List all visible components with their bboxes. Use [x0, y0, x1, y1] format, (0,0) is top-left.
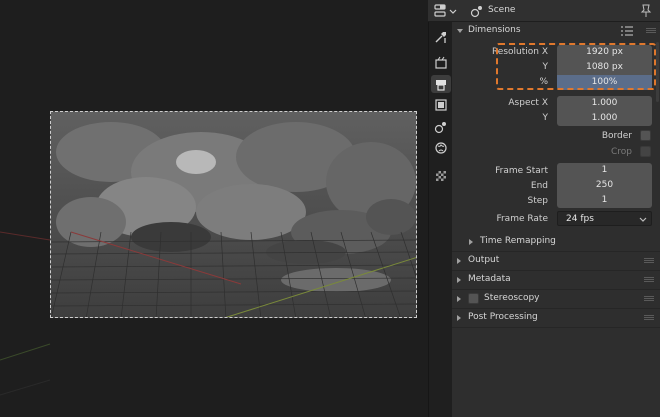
- time-remapping-label: Time Remapping: [480, 236, 556, 246]
- panel-scrollbar[interactable]: [656, 42, 659, 102]
- scene-props-icon: [434, 122, 446, 134]
- resolution-x-label: Resolution X: [491, 47, 548, 57]
- border-checkbox[interactable]: [640, 130, 651, 141]
- resolution-percent-field[interactable]: 100%: [557, 75, 652, 90]
- metadata-title: Metadata: [468, 274, 511, 284]
- image-icon: [435, 99, 447, 111]
- collapse-arrow-icon: [457, 29, 463, 33]
- stereoscopy-title: Stereoscopy: [484, 293, 540, 303]
- frame-step-label: Step: [527, 196, 549, 206]
- resolution-percent-label: %: [539, 77, 548, 87]
- metadata-panel-header[interactable]: Metadata: [452, 271, 660, 289]
- aspect-x-field[interactable]: 1.000: [557, 96, 652, 111]
- render-icon: [435, 56, 447, 69]
- resolution-y-field[interactable]: 1080 px: [557, 60, 652, 75]
- presets-list-icon[interactable]: [620, 25, 634, 37]
- expand-arrow-icon: [469, 239, 473, 245]
- drag-grip-icon[interactable]: [644, 258, 654, 263]
- tab-scene[interactable]: [431, 118, 451, 136]
- frame-rate-label: Frame Rate: [496, 214, 548, 224]
- stereoscopy-panel-header[interactable]: Stereoscopy: [452, 290, 660, 308]
- frame-end-label: End: [530, 181, 548, 191]
- properties-tab-strip: [428, 22, 452, 417]
- frame-end-field[interactable]: 250: [557, 178, 652, 193]
- expand-arrow-icon: [457, 315, 461, 321]
- post-processing-title: Post Processing: [468, 312, 538, 322]
- pin-icon[interactable]: [640, 4, 652, 18]
- 3d-viewport[interactable]: [0, 0, 428, 417]
- aspect-x-label: Aspect X: [508, 98, 548, 108]
- tab-world[interactable]: [431, 139, 451, 157]
- properties-header: Scene: [428, 0, 660, 22]
- frame-rate-dropdown[interactable]: 24 fps: [557, 211, 652, 226]
- tab-render[interactable]: [431, 54, 451, 72]
- stereoscopy-checkbox[interactable]: [468, 293, 479, 304]
- scene-render-preview: [51, 112, 416, 317]
- resolution-x-field[interactable]: 1920 px: [557, 45, 652, 60]
- tab-output[interactable]: [431, 75, 451, 93]
- world-icon: [435, 142, 447, 154]
- drag-grip-icon[interactable]: [646, 28, 656, 33]
- tab-tool[interactable]: [431, 28, 451, 46]
- output-title: Output: [468, 255, 500, 265]
- aspect-y-label: Y: [542, 113, 549, 123]
- scene-icon: [470, 6, 482, 18]
- expand-arrow-icon: [457, 258, 461, 264]
- border-label: Border: [601, 131, 632, 141]
- checker-icon: [436, 171, 446, 181]
- output-panel-header[interactable]: Output: [452, 252, 660, 270]
- frame-rate-value: 24 fps: [566, 214, 594, 224]
- crop-label: Crop: [610, 147, 632, 157]
- dimensions-title: Dimensions: [468, 25, 521, 35]
- properties-panel: Dimensions Resolution X 1920 px Y 1080 p…: [452, 22, 660, 417]
- expand-arrow-icon: [457, 296, 461, 302]
- chevron-down-icon: [639, 217, 647, 222]
- divider: [452, 327, 660, 328]
- crop-checkbox[interactable]: [640, 146, 651, 157]
- drag-grip-icon[interactable]: [644, 277, 654, 282]
- printer-icon: [436, 80, 446, 91]
- expand-arrow-icon: [457, 277, 461, 283]
- tab-view-layer[interactable]: [431, 96, 451, 114]
- frame-start-label: Frame Start: [495, 166, 548, 176]
- post-processing-panel-header[interactable]: Post Processing: [452, 309, 660, 327]
- camera-frame: [50, 111, 417, 318]
- frame-start-field[interactable]: 1: [557, 163, 652, 178]
- scene-name: Scene: [488, 5, 516, 15]
- aspect-y-field[interactable]: 1.000: [557, 111, 652, 126]
- drag-grip-icon[interactable]: [644, 315, 654, 320]
- editor-type-icon[interactable]: [432, 3, 462, 19]
- tab-texture[interactable]: [431, 167, 451, 185]
- time-remapping-subpanel[interactable]: Time Remapping: [464, 233, 654, 251]
- tool-icon: [435, 32, 446, 43]
- resolution-y-label: Y: [542, 62, 549, 72]
- frame-step-field[interactable]: 1: [557, 193, 652, 208]
- drag-grip-icon[interactable]: [644, 296, 654, 301]
- dimensions-panel-header[interactable]: Dimensions: [452, 22, 660, 40]
